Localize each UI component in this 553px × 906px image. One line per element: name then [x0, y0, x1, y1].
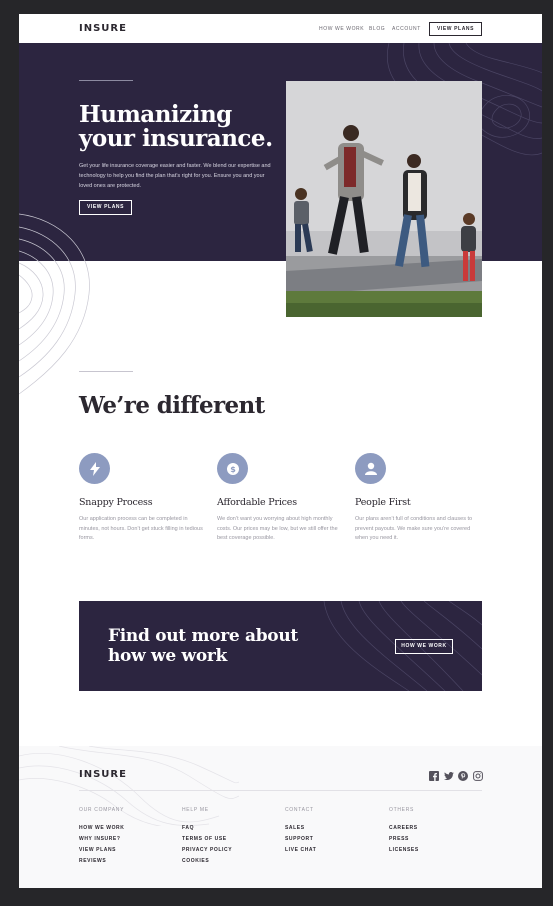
footer-heading: CONTACT	[285, 807, 314, 813]
different-divider	[79, 371, 133, 372]
feature-people-first: People First Our plans aren’t full of co…	[355, 453, 480, 544]
hero-description: Get your life insurance coverage easier …	[79, 163, 271, 189]
dollar-icon: $	[217, 453, 248, 484]
cta-banner: Find out more about how we work HOW WE W…	[79, 601, 482, 691]
footer-link-licenses[interactable]: LICENSES	[389, 845, 479, 856]
nav-how-we-work[interactable]: HOW WE WORK	[319, 26, 364, 32]
footer-column-our-company: OUR COMPANY HOW WE WORK WHY INSURE? VIEW…	[79, 807, 169, 867]
footer-link-view-plans[interactable]: VIEW PLANS	[79, 845, 169, 856]
feature-text: We don’t want you worrying about high mo…	[217, 516, 338, 541]
lightning-icon	[79, 453, 110, 484]
cta-title: Find out more about how we work	[108, 626, 298, 666]
view-plans-button[interactable]: VIEW PLANS	[429, 22, 482, 36]
facebook-icon[interactable]	[429, 768, 439, 781]
family-photo	[286, 81, 482, 317]
how-we-work-button[interactable]: HOW WE WORK	[395, 639, 453, 654]
footer-link-privacy[interactable]: PRIVACY POLICY	[182, 845, 272, 856]
site-header: INSURE HOW WE WORK BLOG ACCOUNT VIEW PLA…	[19, 14, 542, 43]
footer-heading: OUR COMPANY	[79, 807, 125, 813]
feature-snappy-process: Snappy Process Our application process c…	[79, 453, 204, 544]
footer-link-press[interactable]: PRESS	[389, 834, 479, 845]
hero-title: Humanizing your insurance.	[79, 101, 273, 152]
footer-link-support[interactable]: SUPPORT	[285, 834, 375, 845]
svg-text:$: $	[230, 465, 236, 474]
feature-affordable-prices: $ Affordable Prices We don’t want you wo…	[217, 453, 342, 544]
hero-divider	[79, 80, 133, 81]
twitter-icon[interactable]	[444, 768, 454, 780]
nav-blog[interactable]: BLOG	[369, 26, 385, 32]
site-footer: INSURE OUR COMPANY HOW WE WORK WHY INSUR…	[19, 746, 542, 888]
pinterest-icon[interactable]	[458, 768, 468, 781]
page: INSURE HOW WE WORK BLOG ACCOUNT VIEW PLA…	[19, 14, 542, 888]
different-title: We’re different	[79, 392, 265, 419]
feature-text: Our plans aren’t full of conditions and …	[355, 516, 473, 541]
footer-divider	[79, 790, 482, 791]
footer-link-live-chat[interactable]: LIVE CHAT	[285, 845, 375, 856]
feature-title: Snappy Process	[79, 497, 153, 508]
footer-link-reviews[interactable]: REVIEWS	[79, 856, 169, 867]
footer-link-how-we-work[interactable]: HOW WE WORK	[79, 823, 169, 834]
footer-link-faq[interactable]: FAQ	[182, 823, 272, 834]
footer-link-cookies[interactable]: COOKIES	[182, 856, 272, 867]
feature-title: Affordable Prices	[217, 497, 297, 508]
footer-column-help-me: HELP ME FAQ TERMS OF USE PRIVACY POLICY …	[182, 807, 272, 867]
person-icon	[355, 453, 386, 484]
logo[interactable]: INSURE	[79, 23, 127, 34]
left-pattern	[19, 213, 90, 395]
footer-column-others: OTHERS CAREERS PRESS LICENSES	[389, 807, 479, 856]
footer-link-why-insure[interactable]: WHY INSURE?	[79, 834, 169, 845]
footer-link-terms[interactable]: TERMS OF USE	[182, 834, 272, 845]
nav-account[interactable]: ACCOUNT	[392, 26, 421, 32]
footer-heading: OTHERS	[389, 807, 415, 813]
feature-title: People First	[355, 497, 411, 508]
footer-column-contact: CONTACT SALES SUPPORT LIVE CHAT	[285, 807, 375, 856]
instagram-icon[interactable]	[473, 768, 483, 781]
footer-link-sales[interactable]: SALES	[285, 823, 375, 834]
footer-logo[interactable]: INSURE	[79, 769, 127, 780]
feature-text: Our application process can be completed…	[79, 516, 203, 541]
footer-heading: HELP ME	[182, 807, 209, 813]
footer-link-careers[interactable]: CAREERS	[389, 823, 479, 834]
